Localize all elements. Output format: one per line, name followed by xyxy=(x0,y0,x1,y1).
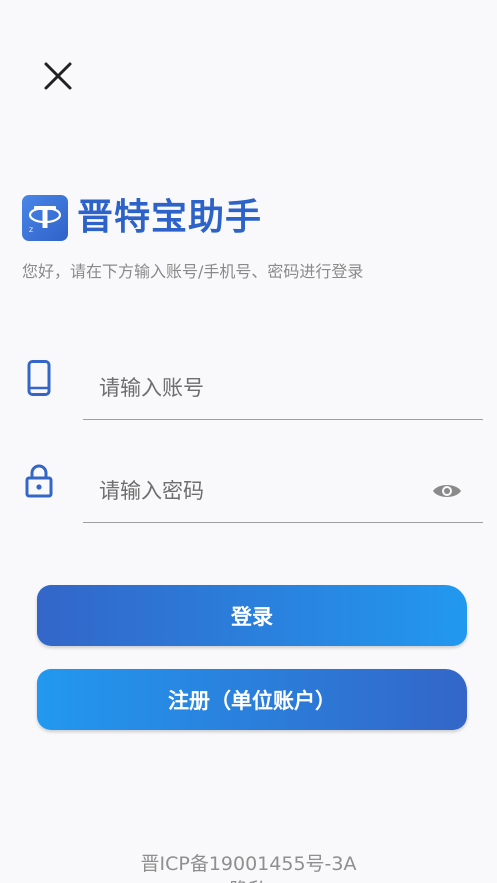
login-button[interactable]: 登录 xyxy=(37,585,467,646)
register-button[interactable]: 注册（单位账户） xyxy=(37,669,467,730)
password-input[interactable] xyxy=(99,470,429,511)
phone-icon xyxy=(24,360,54,396)
login-screen: Z 晋特宝助手 您好，请在下方输入账号/手机号、密码进行登录 请输入账号 登录 … xyxy=(0,0,497,883)
account-input[interactable] xyxy=(99,367,429,408)
close-icon xyxy=(44,62,72,90)
app-logo-icon: Z xyxy=(22,195,68,241)
app-title: 晋特宝助手 xyxy=(77,197,263,238)
svg-text:Z: Z xyxy=(29,227,33,234)
icp-record[interactable]: 晋ICP备19001455号-3A xyxy=(0,849,497,876)
lock-icon xyxy=(24,463,54,499)
show-password-button[interactable] xyxy=(431,479,463,503)
footer-link[interactable]: 隐私 xyxy=(0,875,497,883)
password-field xyxy=(83,459,483,523)
brand-header: Z 晋特宝助手 xyxy=(22,195,262,241)
close-button[interactable] xyxy=(38,56,78,96)
eye-icon xyxy=(433,484,461,497)
login-subtitle: 您好，请在下方输入账号/手机号、密码进行登录 xyxy=(22,262,364,281)
account-field xyxy=(83,356,483,420)
